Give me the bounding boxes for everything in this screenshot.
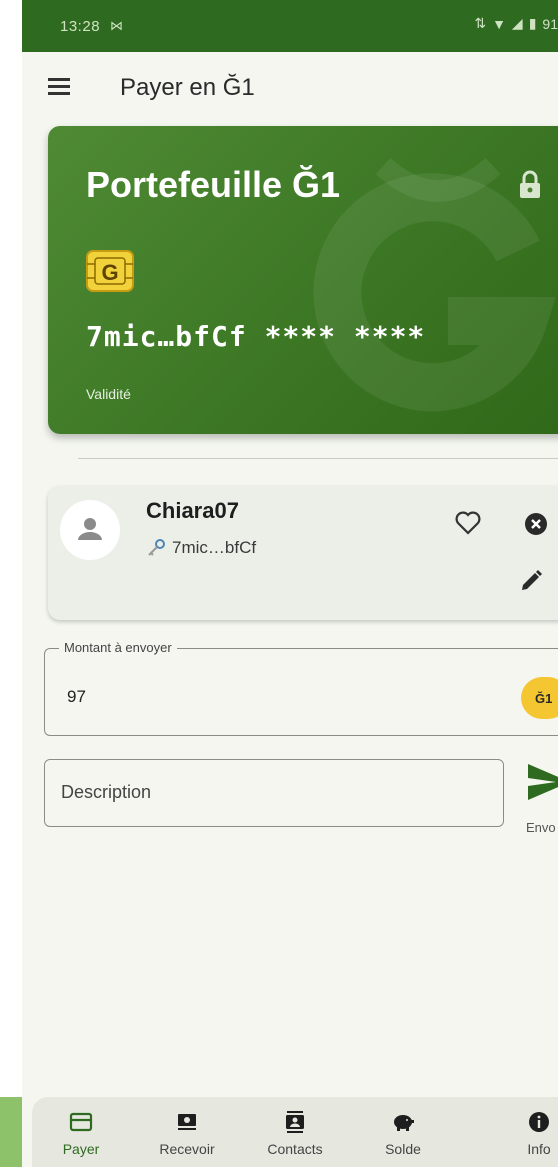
recipient-key-row: 7mic…bfCf xyxy=(146,538,256,558)
piggy-bank-icon xyxy=(394,1115,414,1131)
avatar xyxy=(60,500,120,560)
nav-label-recevoir: Recevoir xyxy=(159,1141,215,1157)
recipient-card[interactable]: Chiara07 7mic…bfCf xyxy=(48,486,558,620)
edit-icon[interactable] xyxy=(518,568,544,594)
nav-label-info: Info xyxy=(527,1141,551,1157)
phone-screen: 13:28 ⋈ ⇅ ▼ ◢ ▮ 91 Payer en Ğ1 Portefeui… xyxy=(22,0,558,1167)
validity-label: Validité xyxy=(86,386,131,402)
nav-item-payer[interactable]: Payer xyxy=(36,1111,126,1157)
lock-icon xyxy=(520,170,540,198)
info-icon xyxy=(529,1112,549,1132)
currency-badge[interactable]: Ğ1 xyxy=(521,677,558,719)
chip-letter: G xyxy=(101,260,118,285)
nav-label-payer: Payer xyxy=(62,1141,100,1157)
signal-icon: ◢ xyxy=(511,15,523,31)
battery-icon: ▮ xyxy=(528,15,537,31)
sim-chip-icon: G xyxy=(86,250,134,292)
left-accent-strip xyxy=(0,1097,22,1167)
divider xyxy=(78,458,558,459)
nav-item-solde[interactable]: Solde xyxy=(358,1111,448,1157)
close-icon[interactable] xyxy=(524,512,548,536)
amount-value[interactable]: 97 xyxy=(67,687,86,707)
contacts-icon xyxy=(286,1111,304,1133)
amount-label: Montant à envoyer xyxy=(59,640,177,655)
battery-level: 91 xyxy=(542,15,558,32)
status-bar: 13:28 ⋈ ⇅ ▼ ◢ ▮ 91 xyxy=(22,0,558,52)
cash-icon xyxy=(178,1114,196,1130)
description-placeholder: Description xyxy=(61,782,152,802)
nav-item-contacts[interactable]: Contacts xyxy=(250,1111,340,1157)
nav-label-solde: Solde xyxy=(385,1141,421,1157)
amount-field[interactable]: Montant à envoyer 97 Ğ1 xyxy=(44,640,558,736)
wallet-number: 7mic…bfCf **** **** xyxy=(86,320,426,353)
bottom-navigation: Payer Recevoir Contacts Solde Info xyxy=(32,1097,558,1167)
nav-label-contacts: Contacts xyxy=(267,1141,323,1157)
menu-icon[interactable] xyxy=(48,78,70,96)
send-icon[interactable] xyxy=(526,762,558,802)
nav-item-recevoir[interactable]: Recevoir xyxy=(142,1111,232,1157)
description-field[interactable]: Description xyxy=(44,759,504,827)
left-margin xyxy=(0,0,22,1167)
mail-notification-icon: ⋈ xyxy=(110,18,123,33)
card-icon xyxy=(69,1112,93,1132)
app-bar: Payer en Ğ1 xyxy=(22,52,558,124)
recipient-key: 7mic…bfCf xyxy=(172,538,257,557)
status-time: 13:28 xyxy=(60,18,101,35)
wallet-card[interactable]: Portefeuille Ğ1 G 7mic…bfCf **** **** Va… xyxy=(48,126,558,434)
key-icon xyxy=(148,539,165,556)
wifi-icon: ▼ xyxy=(492,15,506,32)
send-label[interactable]: Envo xyxy=(526,820,556,835)
wallet-title: Portefeuille Ğ1 xyxy=(86,164,341,205)
nav-item-info[interactable]: Info xyxy=(494,1111,558,1157)
currency-label: Ğ1 xyxy=(535,690,553,706)
heart-icon[interactable] xyxy=(454,510,482,536)
status-icons: ⇅ ▼ ◢ ▮ 91 xyxy=(474,15,558,32)
vpn-icon: ⇅ xyxy=(474,15,487,31)
page-title: Payer en Ğ1 xyxy=(120,74,255,101)
recipient-name: Chiara07 xyxy=(146,498,239,523)
